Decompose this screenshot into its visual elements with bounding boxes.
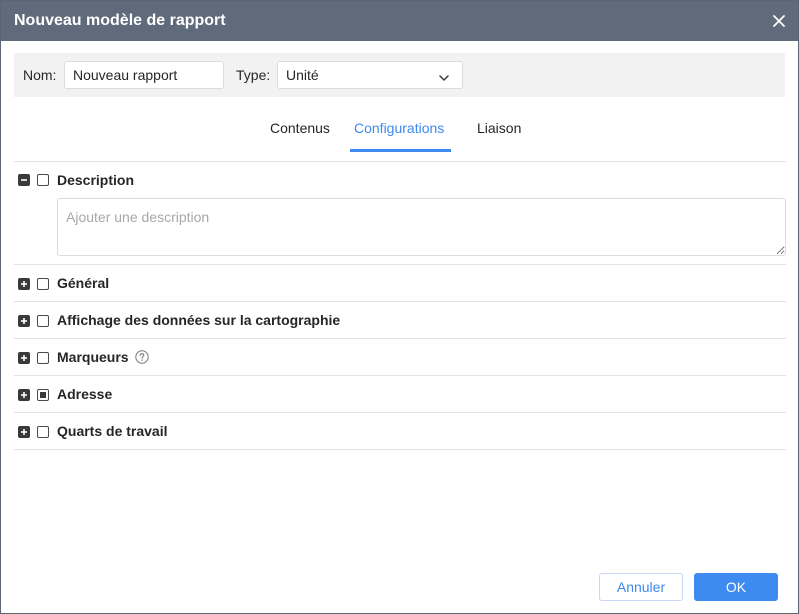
tab-bar: Contenus Configurations Liaison — [1, 111, 798, 153]
section-work-shifts: Quarts de travail — [14, 422, 786, 442]
row-divider — [14, 301, 786, 302]
section-checkbox-partial[interactable] — [37, 389, 49, 401]
chevron-down-icon — [438, 70, 450, 86]
ok-button[interactable]: OK — [694, 573, 778, 601]
section-description: Description — [14, 171, 786, 191]
cancel-button[interactable]: Annuler — [599, 573, 683, 601]
tab-liaison[interactable]: Liaison — [477, 120, 521, 136]
section-checkbox[interactable] — [37, 352, 49, 364]
active-tab-indicator — [350, 149, 451, 152]
expand-icon[interactable] — [18, 315, 30, 327]
name-label: Nom: — [23, 67, 57, 83]
section-checkbox[interactable] — [37, 426, 49, 438]
type-select[interactable]: Unité — [277, 61, 463, 89]
section-markers: Marqueurs — [14, 348, 786, 368]
section-checkbox[interactable] — [37, 315, 49, 327]
tabs-divider — [14, 161, 786, 162]
name-input[interactable] — [64, 61, 224, 89]
expand-icon[interactable] — [18, 389, 30, 401]
row-divider — [14, 338, 786, 339]
row-divider — [14, 449, 786, 450]
expand-icon[interactable] — [18, 352, 30, 364]
description-textarea[interactable] — [57, 198, 786, 256]
collapse-icon[interactable] — [18, 174, 30, 186]
row-divider — [14, 412, 786, 413]
type-select-value: Unité — [286, 67, 319, 83]
section-title: Général — [57, 275, 110, 291]
section-title: Adresse — [57, 386, 113, 402]
help-icon[interactable] — [135, 350, 149, 364]
type-label: Type: — [236, 67, 271, 83]
row-divider — [14, 264, 786, 265]
section-checkbox[interactable] — [37, 278, 49, 290]
section-title: Marqueurs — [57, 349, 129, 365]
dialog-title: Nouveau modèle de rapport — [14, 12, 226, 29]
tab-contenus[interactable]: Contenus — [270, 120, 330, 136]
section-title: Quarts de travail — [57, 423, 168, 439]
expand-icon[interactable] — [18, 426, 30, 438]
section-general: Général — [14, 274, 786, 294]
section-title: Description — [57, 172, 135, 188]
name-type-bar: Nom: Type: Unité — [14, 53, 785, 97]
dialog-titlebar: Nouveau modèle de rapport — [1, 1, 798, 41]
close-icon[interactable] — [769, 11, 789, 31]
report-template-dialog: Nouveau modèle de rapport Nom: Type: Uni… — [0, 0, 799, 614]
section-title: Affichage des données sur la cartographi… — [57, 312, 341, 328]
section-map-display: Affichage des données sur la cartographi… — [14, 311, 786, 331]
row-divider — [14, 375, 786, 376]
expand-icon[interactable] — [18, 278, 30, 290]
section-address: Adresse — [14, 385, 786, 405]
tab-configurations[interactable]: Configurations — [354, 120, 444, 136]
section-checkbox[interactable] — [37, 174, 49, 186]
